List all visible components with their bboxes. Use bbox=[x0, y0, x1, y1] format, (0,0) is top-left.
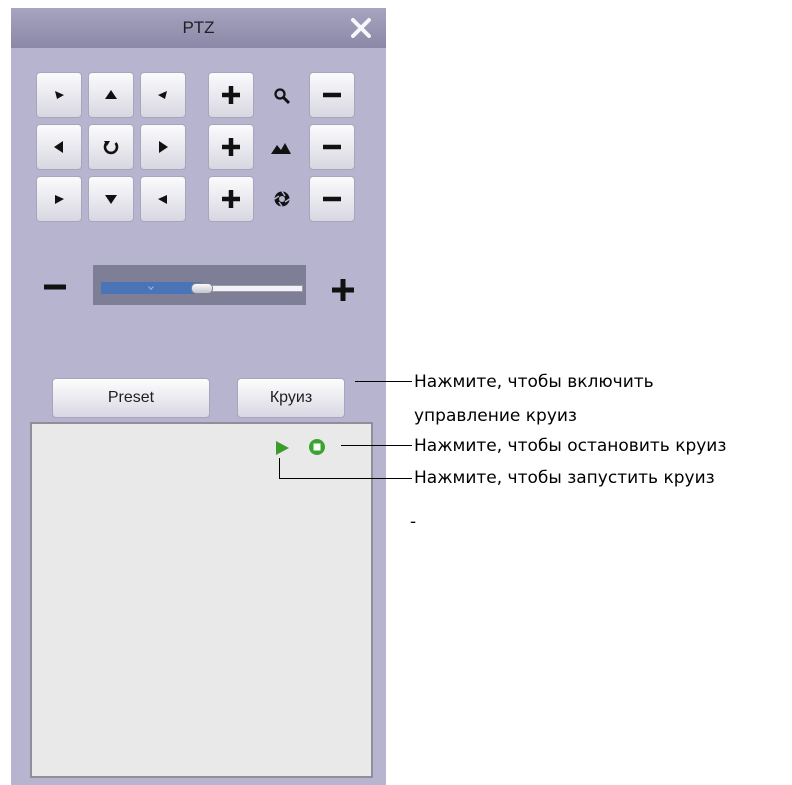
pan-up-right-button[interactable] bbox=[140, 72, 186, 118]
window-title: PTZ bbox=[182, 18, 215, 37]
focus-minus-button[interactable] bbox=[309, 124, 355, 170]
arrow-up-left-icon bbox=[55, 91, 64, 99]
arrow-right-icon bbox=[159, 141, 168, 153]
magnifier-icon bbox=[271, 86, 293, 106]
pan-down-button[interactable] bbox=[88, 176, 134, 222]
play-note: Нажмите, чтобы запустить круиз bbox=[414, 468, 715, 488]
callout-line-play bbox=[279, 478, 412, 479]
zoom-out-button[interactable] bbox=[309, 72, 355, 118]
arrow-left-icon bbox=[54, 141, 63, 153]
minus-icon bbox=[323, 92, 341, 98]
iris-open-button[interactable] bbox=[208, 176, 254, 222]
pan-left-button[interactable] bbox=[36, 124, 82, 170]
arrow-up-right-icon bbox=[158, 91, 167, 99]
iris-close-button[interactable] bbox=[309, 176, 355, 222]
rotate-icon bbox=[103, 141, 119, 155]
pan-right-button[interactable] bbox=[140, 124, 186, 170]
cruise-tab-note-line2: управление круиз bbox=[414, 406, 577, 426]
cruise-tab[interactable]: Круиз bbox=[237, 378, 345, 418]
minus-icon bbox=[323, 196, 341, 202]
mountain-icon bbox=[269, 138, 293, 158]
callout-line-cruise-tab bbox=[355, 381, 412, 382]
arrow-down-icon bbox=[105, 195, 117, 204]
plus-icon bbox=[222, 190, 240, 208]
plus-icon bbox=[222, 86, 240, 104]
title-bar: PTZ bbox=[11, 8, 386, 48]
pan-down-left-button[interactable] bbox=[36, 176, 82, 222]
cruise-tab-note-line1: Нажмите, чтобы включить bbox=[414, 372, 654, 392]
pan-up-left-button[interactable] bbox=[36, 72, 82, 118]
plus-icon[interactable] bbox=[331, 278, 355, 302]
pan-up-button[interactable] bbox=[88, 72, 134, 118]
callout-line-stop bbox=[341, 445, 412, 446]
ptz-panel: PTZ Preset Круиз bbox=[11, 8, 386, 785]
speed-slider[interactable] bbox=[93, 265, 306, 305]
slider-thumb[interactable] bbox=[191, 283, 213, 294]
aperture-icon bbox=[271, 188, 293, 210]
stop-note: Нажмите, чтобы остановить круиз bbox=[414, 436, 727, 456]
plus-icon bbox=[222, 138, 240, 156]
callout-line-play-vertical bbox=[279, 458, 280, 479]
minus-icon[interactable] bbox=[43, 279, 67, 295]
zoom-in-button[interactable] bbox=[208, 72, 254, 118]
arrow-down-right-icon bbox=[158, 195, 167, 204]
stop-icon[interactable] bbox=[308, 438, 326, 456]
arrow-down-left-icon bbox=[55, 195, 64, 204]
auto-rotate-button[interactable] bbox=[88, 124, 134, 170]
minus-icon bbox=[323, 144, 341, 150]
close-icon[interactable] bbox=[349, 16, 373, 40]
focus-plus-button[interactable] bbox=[208, 124, 254, 170]
stray-mark: - bbox=[410, 512, 417, 532]
pan-down-right-button[interactable] bbox=[140, 176, 186, 222]
preset-tab[interactable]: Preset bbox=[52, 378, 210, 418]
arrow-up-icon bbox=[105, 90, 117, 99]
cruise-list bbox=[30, 422, 373, 778]
play-icon[interactable] bbox=[274, 440, 290, 456]
